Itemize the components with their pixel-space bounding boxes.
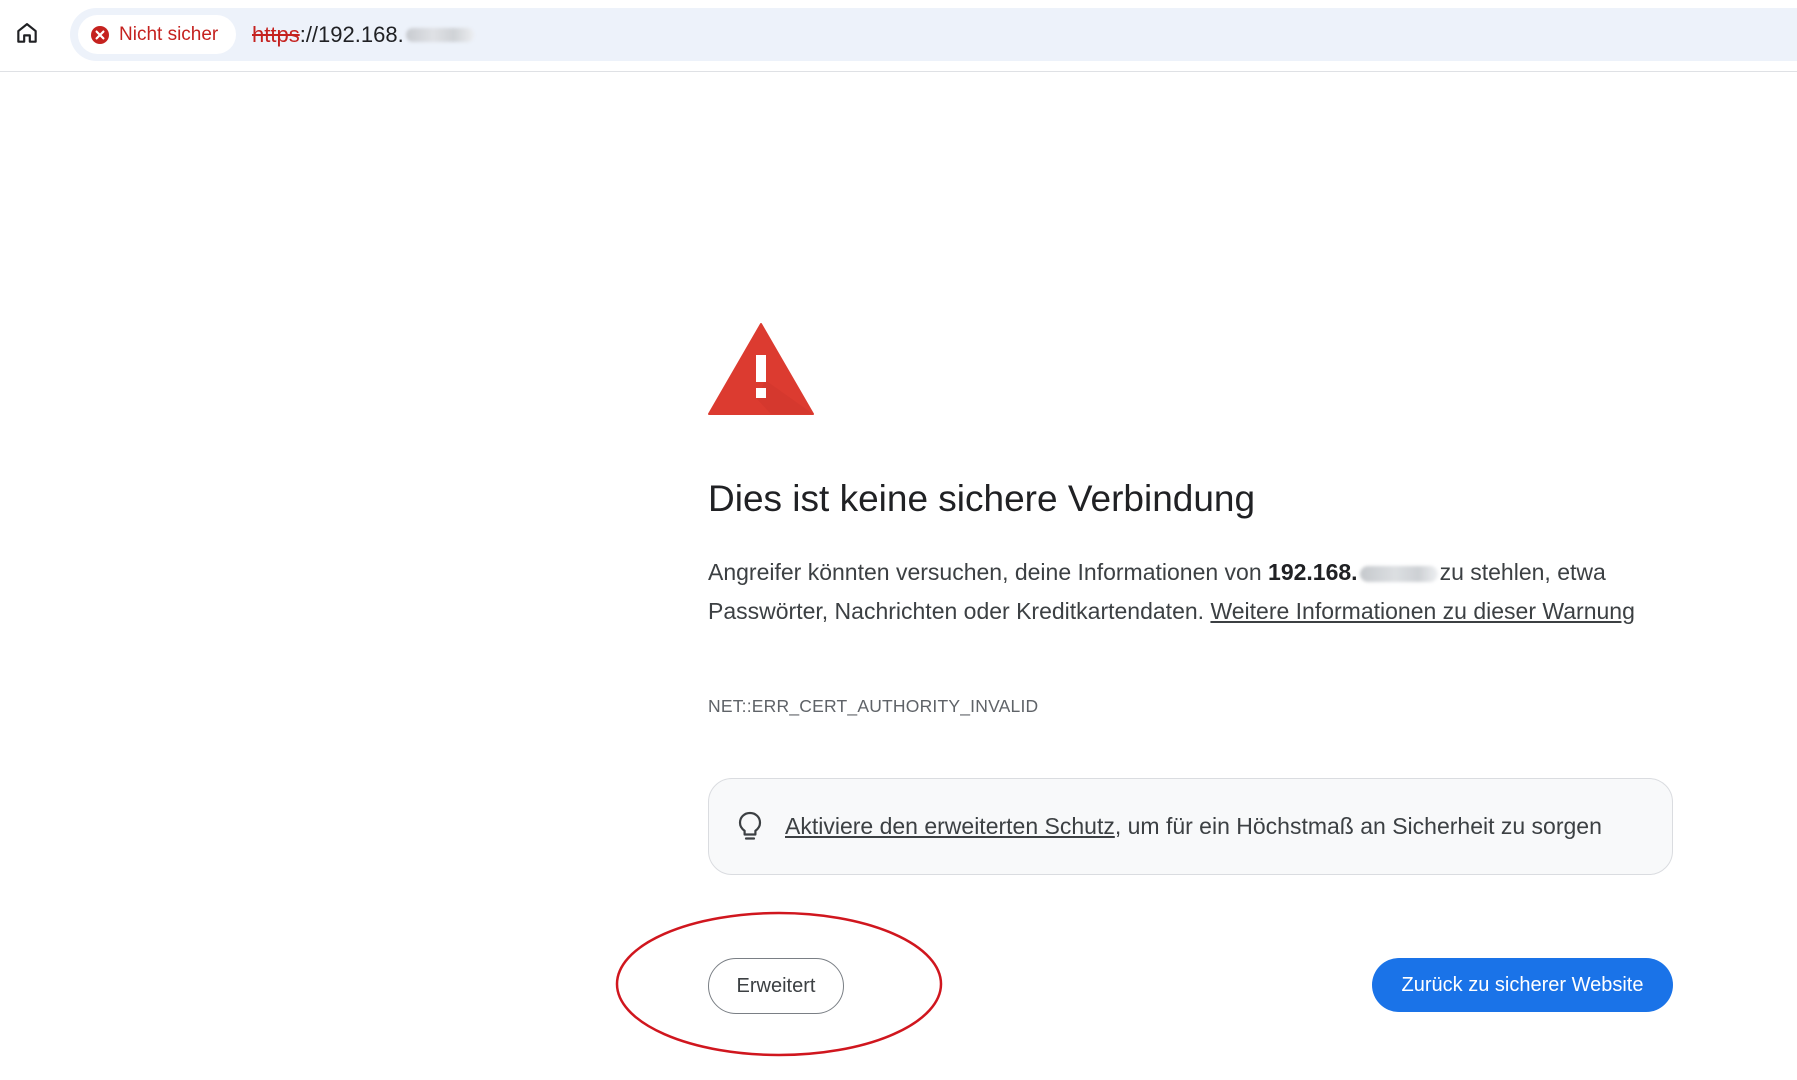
security-status-chip[interactable]: Nicht sicher	[78, 15, 237, 54]
warning-triangle-icon	[708, 323, 814, 415]
page-title: Dies ist keine sichere Verbindung	[708, 478, 1256, 519]
browser-toolbar: Nicht sicher https://192.168.	[0, 0, 1797, 72]
back-to-safety-button[interactable]: Zurück zu sicherer Website	[1372, 958, 1673, 1012]
home-button[interactable]	[10, 16, 44, 50]
url-scheme: https	[252, 21, 300, 47]
host-name: 192.168.	[1268, 559, 1358, 585]
url-host: ://192.168.	[299, 21, 404, 47]
enhanced-protection-link[interactable]: Aktiviere den erweiterten Schutz	[785, 813, 1115, 839]
protection-message-text: , um für ein Höchstmaß an Sicherheit zu …	[1114, 813, 1602, 839]
redacted-host-part	[1359, 565, 1438, 582]
lightbulb-icon	[738, 811, 762, 840]
description-text-1: Angreifer könnten versuchen, deine Infor…	[708, 559, 1269, 585]
address-bar[interactable]: Nicht sicher https://192.168.	[70, 8, 1797, 61]
learn-more-link[interactable]: Weitere Informationen zu dieser Warnung	[1210, 598, 1634, 624]
protection-message: Aktiviere den erweiterten Schutz, um für…	[785, 813, 1602, 840]
warning-description: Angreifer könnten versuchen, deine Infor…	[708, 553, 1668, 630]
url-text[interactable]: https://192.168.	[252, 8, 474, 61]
enhanced-protection-banner: Aktiviere den erweiterten Schutz, um für…	[708, 778, 1673, 875]
error-circle-icon	[91, 25, 109, 44]
error-code: NET::ERR_CERT_AUTHORITY_INVALID	[708, 696, 1039, 716]
security-status-label: Nicht sicher	[119, 23, 219, 45]
advanced-button[interactable]: Erweitert	[708, 958, 844, 1014]
home-icon	[17, 23, 37, 43]
redacted-url-part	[405, 27, 474, 42]
